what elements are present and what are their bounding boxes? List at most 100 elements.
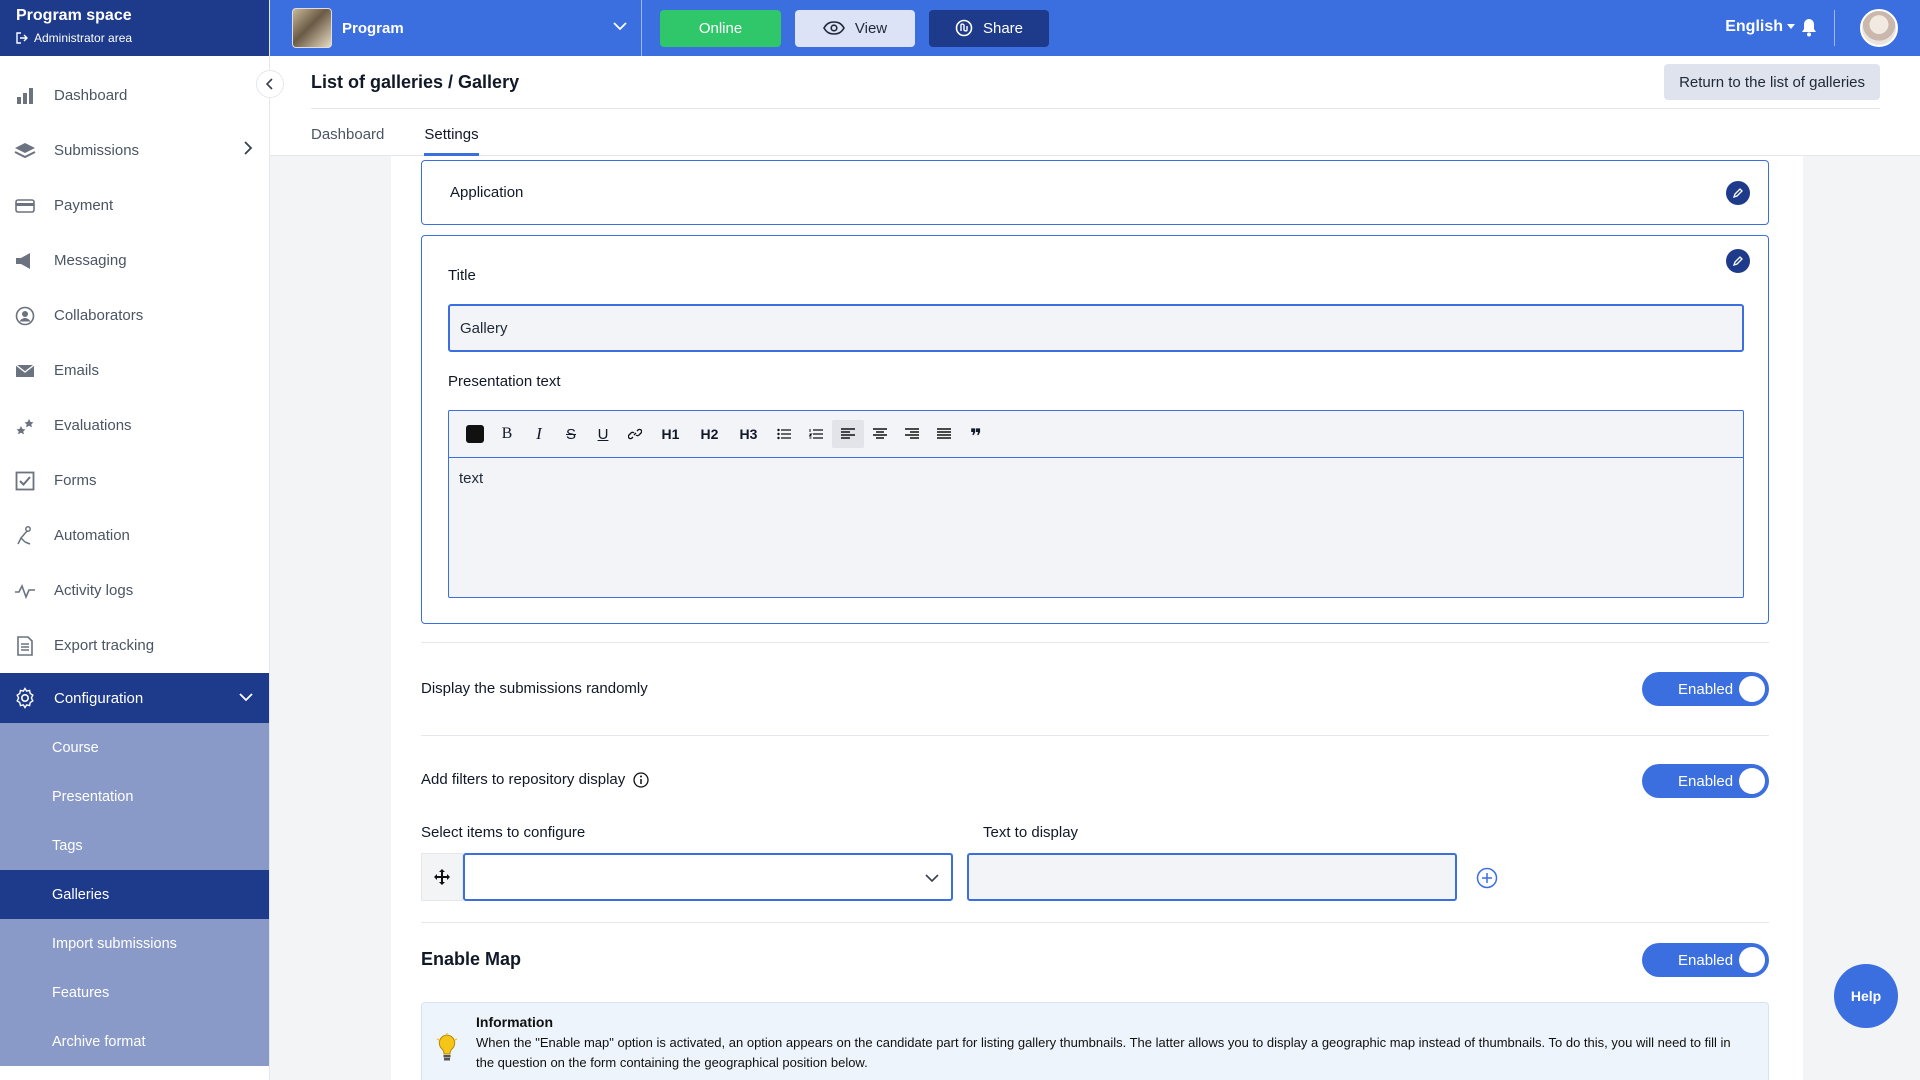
sidebar-item-label: Emails <box>54 362 100 379</box>
link-button[interactable] <box>619 420 651 448</box>
heading-3-button[interactable]: H3 <box>729 420 768 448</box>
info-icon[interactable] <box>633 771 649 788</box>
sidebar-item-label: Messaging <box>54 252 127 269</box>
sidebar-subitem-course[interactable]: Course <box>0 723 269 772</box>
bold-button[interactable]: B <box>491 420 523 448</box>
sidebar-item-evaluations[interactable]: Evaluations <box>0 398 269 453</box>
align-right-button[interactable] <box>896 420 928 448</box>
sidebar-item-collaborators[interactable]: Collaborators <box>0 288 269 343</box>
sidebar-subitem-import-submissions[interactable]: Import submissions <box>0 919 269 968</box>
chevron-down-icon <box>239 689 253 706</box>
strikethrough-button[interactable]: S <box>555 420 587 448</box>
title-card: Title Gallery Presentation text B I S U … <box>421 235 1769 624</box>
random-display-label: Display the submissions randomly <box>421 680 648 697</box>
select-items-dropdown[interactable] <box>463 853 953 901</box>
color-swatch-icon <box>466 425 484 443</box>
enable-map-toggle[interactable]: Enabled <box>1642 943 1769 977</box>
online-button[interactable]: Online <box>660 9 781 47</box>
enable-map-text: Enable Map <box>421 949 522 969</box>
align-center-icon <box>873 428 887 439</box>
align-left-button[interactable] <box>832 420 864 448</box>
sidebar-item-payment[interactable]: Payment <box>0 178 269 233</box>
sidebar-subitem-archive-format[interactable]: Archive format <box>0 1017 269 1066</box>
presentation-text-label: Presentation text <box>448 373 561 390</box>
sidebar-subitem-presentation[interactable]: Presentation <box>0 772 269 821</box>
view-button[interactable]: View <box>795 9 915 47</box>
chevron-left-icon <box>266 78 273 90</box>
sidebar-item-configuration[interactable]: Configuration <box>0 673 269 723</box>
edit-application-button[interactable] <box>1726 181 1750 205</box>
select-items-label: Select items to configure <box>421 824 586 841</box>
sidebar-item-label: Submissions <box>54 142 140 159</box>
blockquote-button[interactable]: ❞ <box>960 420 992 448</box>
breadcrumb: List of galleries / Gallery <box>311 72 520 92</box>
numbered-list-button[interactable] <box>800 420 832 448</box>
bullet-list-button[interactable] <box>768 420 800 448</box>
sidebar-subitem-tags[interactable]: Tags <box>0 821 269 870</box>
sidebar-item-activity-logs[interactable]: Activity logs <box>0 563 269 618</box>
sidebar-item-forms[interactable]: Forms <box>0 453 269 508</box>
edit-title-button[interactable] <box>1726 249 1750 273</box>
language-selector[interactable]: English <box>1725 18 1795 36</box>
share-button[interactable]: Share <box>929 9 1049 47</box>
align-justify-button[interactable] <box>928 420 960 448</box>
user-avatar[interactable] <box>1860 9 1898 47</box>
random-display-toggle[interactable]: Enabled <box>1642 672 1769 706</box>
document-icon <box>14 635 36 657</box>
italic-button[interactable]: I <box>523 420 555 448</box>
automation-icon <box>14 525 36 547</box>
editor-content[interactable]: text <box>449 458 1743 499</box>
sidebar-item-label: Automation <box>54 527 130 544</box>
sidebar-item-label: Configuration <box>54 689 144 707</box>
return-to-list-button[interactable]: Return to the list of galleries <box>1664 64 1880 100</box>
align-center-button[interactable] <box>864 420 896 448</box>
presentation-text-editor: B I S U H1 H2 H3 ❞ text <box>448 410 1744 598</box>
eye-icon <box>822 21 845 35</box>
notifications-button[interactable] <box>1800 17 1818 42</box>
heading-1-button[interactable]: H1 <box>651 420 690 448</box>
gear-icon <box>14 687 36 709</box>
header-divider <box>311 108 1880 109</box>
pencil-icon <box>1732 256 1743 267</box>
filters-toggle[interactable]: Enabled <box>1642 764 1769 798</box>
sidebar-item-label: Payment <box>54 197 114 214</box>
chevron-down-icon <box>925 874 939 883</box>
tab-dashboard[interactable]: Dashboard <box>311 126 384 156</box>
text-color-button[interactable] <box>459 420 491 448</box>
application-card: Application <box>421 160 1769 225</box>
title-input[interactable]: Gallery <box>448 304 1744 352</box>
text-to-display-label: Text to display <box>983 824 1079 841</box>
quote-icon: ❞ <box>970 426 982 448</box>
sidebar-subitem-features[interactable]: Features <box>0 968 269 1017</box>
sidebar-item-submissions[interactable]: Submissions <box>0 123 269 178</box>
sidebar-item-export-tracking[interactable]: Export tracking <box>0 618 269 673</box>
admin-area-label: Administrator area <box>34 31 133 45</box>
sidebar-item-messaging[interactable]: Messaging <box>0 233 269 288</box>
text-to-display-input[interactable] <box>967 853 1457 901</box>
align-left-icon <box>841 428 855 439</box>
sidebar-item-emails[interactable]: Emails <box>0 343 269 398</box>
strikethrough-icon: S <box>565 425 576 443</box>
align-right-icon <box>905 428 919 439</box>
sidebar-item-automation[interactable]: Automation <box>0 508 269 563</box>
admin-area-link[interactable]: Administrator area <box>16 29 253 47</box>
sidebar-item-label: Dashboard <box>54 87 128 104</box>
exit-icon <box>16 32 28 44</box>
add-filter-button[interactable] <box>1476 867 1498 894</box>
chevron-right-icon <box>243 141 253 159</box>
sidebar-subitem-galleries[interactable]: Galleries <box>0 870 269 919</box>
program-selector[interactable]: Program <box>270 0 642 56</box>
information-text: When the "Enable map" option is activate… <box>476 1035 1731 1070</box>
brand-header: Program space Administrator area <box>0 0 269 56</box>
user-circle-icon <box>14 305 36 327</box>
tab-settings[interactable]: Settings <box>424 126 479 156</box>
drag-handle[interactable] <box>421 853 463 901</box>
underline-button[interactable]: U <box>587 420 619 448</box>
sidebar-item-dashboard[interactable]: Dashboard <box>0 68 269 123</box>
pulse-icon <box>14 580 36 602</box>
language-label: English <box>1725 18 1783 35</box>
collapse-sidebar-button[interactable] <box>256 70 284 98</box>
help-button[interactable]: Help <box>1834 964 1898 1028</box>
title-label: Title <box>448 267 476 284</box>
heading-2-button[interactable]: H2 <box>690 420 729 448</box>
